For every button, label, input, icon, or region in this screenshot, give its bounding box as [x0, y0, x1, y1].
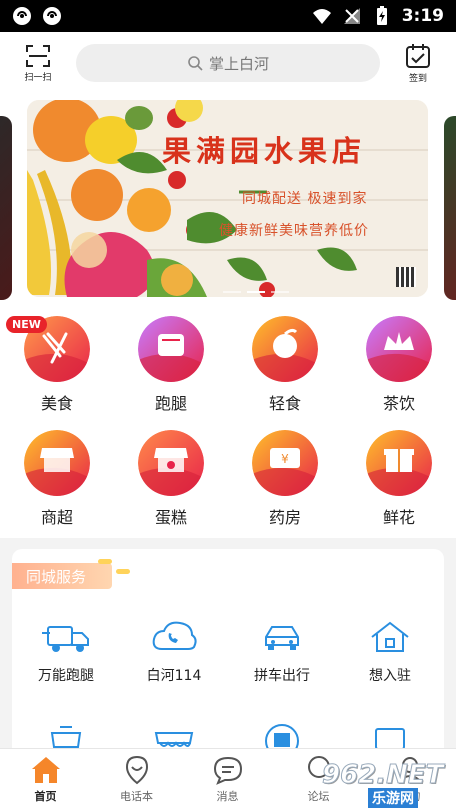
category-yaofang[interactable]: ¥ 药房 [228, 424, 342, 538]
service-wanneng-paotui[interactable]: 万能跑腿 [12, 615, 120, 719]
watermark-text: 962.NET [321, 760, 444, 791]
category-xianhua[interactable]: 鲜花 [342, 424, 456, 538]
category-shangchao[interactable]: 商超 [0, 424, 114, 538]
carousel-dots [223, 291, 289, 293]
car-icon [265, 626, 299, 650]
site-watermark: 962.NET 乐游网 [298, 760, 448, 808]
category-label: 商超 [40, 508, 73, 527]
location-pin-icon [125, 755, 148, 785]
store-icon [24, 430, 90, 496]
category-dangao[interactable]: 蛋糕 [114, 424, 228, 538]
banner-slide[interactable]: 果满园水果店 同城配送 极速到家 健康新鲜美味营养低价 [27, 100, 428, 297]
category-label: 鲜花 [382, 508, 415, 527]
category-label: 药房 [268, 508, 301, 527]
city-services-card: 同城服务 万能跑腿 白河114 拼车出行 想入驻 [12, 549, 444, 759]
delivery-truck-icon [42, 626, 89, 652]
category-qingshi[interactable]: 轻食 [228, 310, 342, 424]
app-notification-icon [13, 7, 31, 25]
services-grid: 万能跑腿 白河114 拼车出行 想入驻 [12, 615, 444, 759]
calendar-check-icon [406, 43, 430, 68]
status-bar: 3:19 [0, 0, 456, 32]
search-icon [188, 56, 203, 71]
scan-label: 扫一扫 [24, 72, 52, 83]
chat-bubble-icon [213, 756, 242, 785]
signal-off-icon [343, 8, 360, 24]
carousel-dot-active [247, 291, 265, 293]
category-grid: NEW 美食 跑腿 轻食 茶饮 商超 蛋糕 ¥ 药房 鲜花 [0, 310, 456, 538]
category-label: 茶饮 [382, 394, 415, 413]
nav-label: 首页 [34, 790, 57, 803]
service-pinche[interactable]: 拼车出行 [228, 615, 336, 719]
banner-line-1: 同城配送 极速到家 [242, 191, 368, 207]
checkin-button[interactable]: 签到 [380, 32, 456, 94]
section-title-tag: 同城服务 [12, 563, 113, 589]
service-label: 拼车出行 [254, 668, 310, 684]
service-label: 白河114 [146, 668, 202, 684]
decor-dot [98, 559, 112, 564]
banner-prev-peek[interactable] [0, 116, 12, 300]
nav-label: 电话本 [120, 790, 153, 803]
orange-icon [252, 316, 318, 382]
crown-icon [366, 316, 432, 382]
search-bar[interactable]: 掌上白河 [76, 44, 380, 82]
house-icon [371, 621, 409, 652]
scan-button[interactable]: 扫一扫 [0, 32, 76, 94]
category-label: 跑腿 [154, 394, 187, 413]
package-icon [138, 316, 204, 382]
scan-icon [26, 44, 50, 67]
nav-home[interactable]: 首页 [0, 749, 91, 810]
nav-messages[interactable]: 消息 [182, 749, 273, 810]
banner-line-2: 健康新鲜美味营养低价 [219, 223, 369, 239]
service-label: 万能跑腿 [38, 668, 94, 684]
section-title: 同城服务 [26, 567, 87, 586]
category-label: 轻食 [268, 394, 301, 413]
banner-carousel: 果满园水果店 同城配送 极速到家 健康新鲜美味营养低价 [0, 94, 456, 310]
new-badge: NEW [6, 316, 47, 333]
category-paotui[interactable]: 跑腿 [114, 310, 228, 424]
battery-charging-icon [376, 6, 387, 25]
svg-text:¥: ¥ [281, 452, 289, 466]
cake-shop-icon [138, 430, 204, 496]
home-icon [31, 757, 60, 783]
phone-cloud-icon [152, 621, 197, 650]
category-label: 美食 [40, 394, 73, 413]
qr-code-image [396, 267, 416, 287]
banner-next-peek[interactable] [444, 116, 456, 300]
watermark-sub: 乐游网 [368, 788, 418, 808]
pharmacy-ticket-icon: ¥ [252, 430, 318, 496]
carousel-dot [223, 291, 241, 293]
search-placeholder: 掌上白河 [208, 54, 269, 73]
category-chayin[interactable]: 茶饮 [342, 310, 456, 424]
service-ruzhu[interactable]: 想入驻 [336, 615, 444, 719]
checkin-label: 签到 [408, 73, 427, 84]
carousel-dot [271, 291, 289, 293]
category-meishi[interactable]: NEW 美食 [0, 310, 114, 424]
status-time: 3:19 [401, 6, 444, 26]
service-label: 想入驻 [369, 668, 411, 684]
nav-label: 消息 [216, 790, 239, 803]
nav-phonebook[interactable]: 电话本 [91, 749, 182, 810]
top-header: 扫一扫 掌上白河 签到 [0, 32, 456, 94]
wifi-icon [312, 9, 331, 24]
decor-dot [116, 569, 130, 574]
gift-icon [366, 430, 432, 496]
app-notification-icon [43, 7, 61, 25]
service-baihe114[interactable]: 白河114 [120, 615, 228, 719]
category-label: 蛋糕 [154, 508, 187, 527]
banner-title: 果满园水果店 [162, 134, 367, 168]
